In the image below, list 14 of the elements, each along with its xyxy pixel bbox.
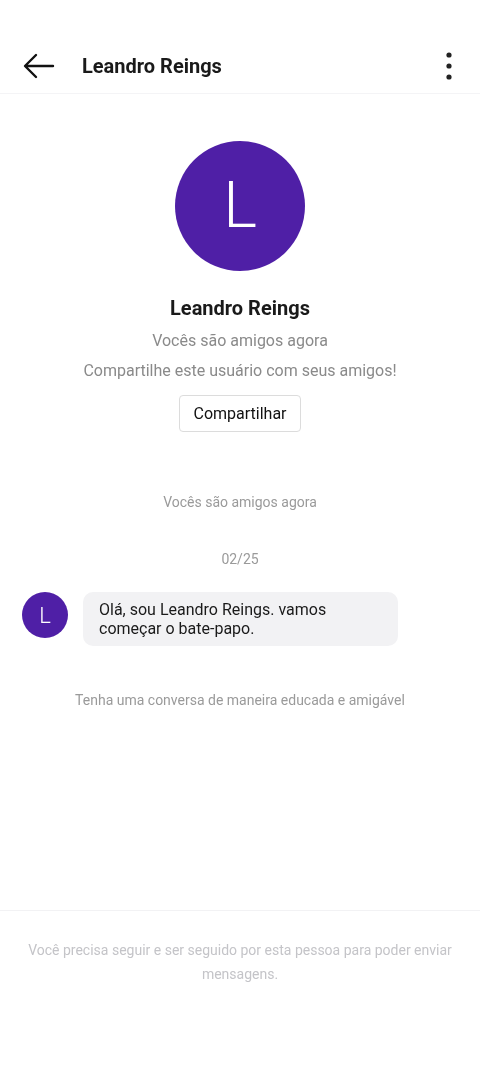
- share-prompt: Compartilhe este usuário com seus amigos!: [83, 360, 397, 382]
- date-label: 02/25: [221, 550, 259, 569]
- profile-name: Leandro Reings: [170, 295, 310, 322]
- friend-status: Vocês são amigos agora: [152, 330, 328, 352]
- sender-avatar: L: [22, 592, 68, 638]
- chat-notice: Vocês são amigos agora: [163, 493, 317, 512]
- chat-notice: Tenha uma conversa de maneira educada e amigável: [75, 691, 405, 710]
- footer-notice: Você precisa seguir e ser seguido por esta pessoa para poder enviar mensagens.: [28, 942, 452, 982]
- share-button[interactable]: Compartilhar: [179, 395, 301, 432]
- more-icon: [446, 52, 452, 80]
- back-icon: [23, 53, 55, 79]
- message-bubble: Olá, sou Leandro Reings. vamos começar o bate-papo.: [83, 592, 398, 646]
- header-title: Leandro Reings: [82, 53, 222, 80]
- profile-avatar: L: [175, 141, 305, 271]
